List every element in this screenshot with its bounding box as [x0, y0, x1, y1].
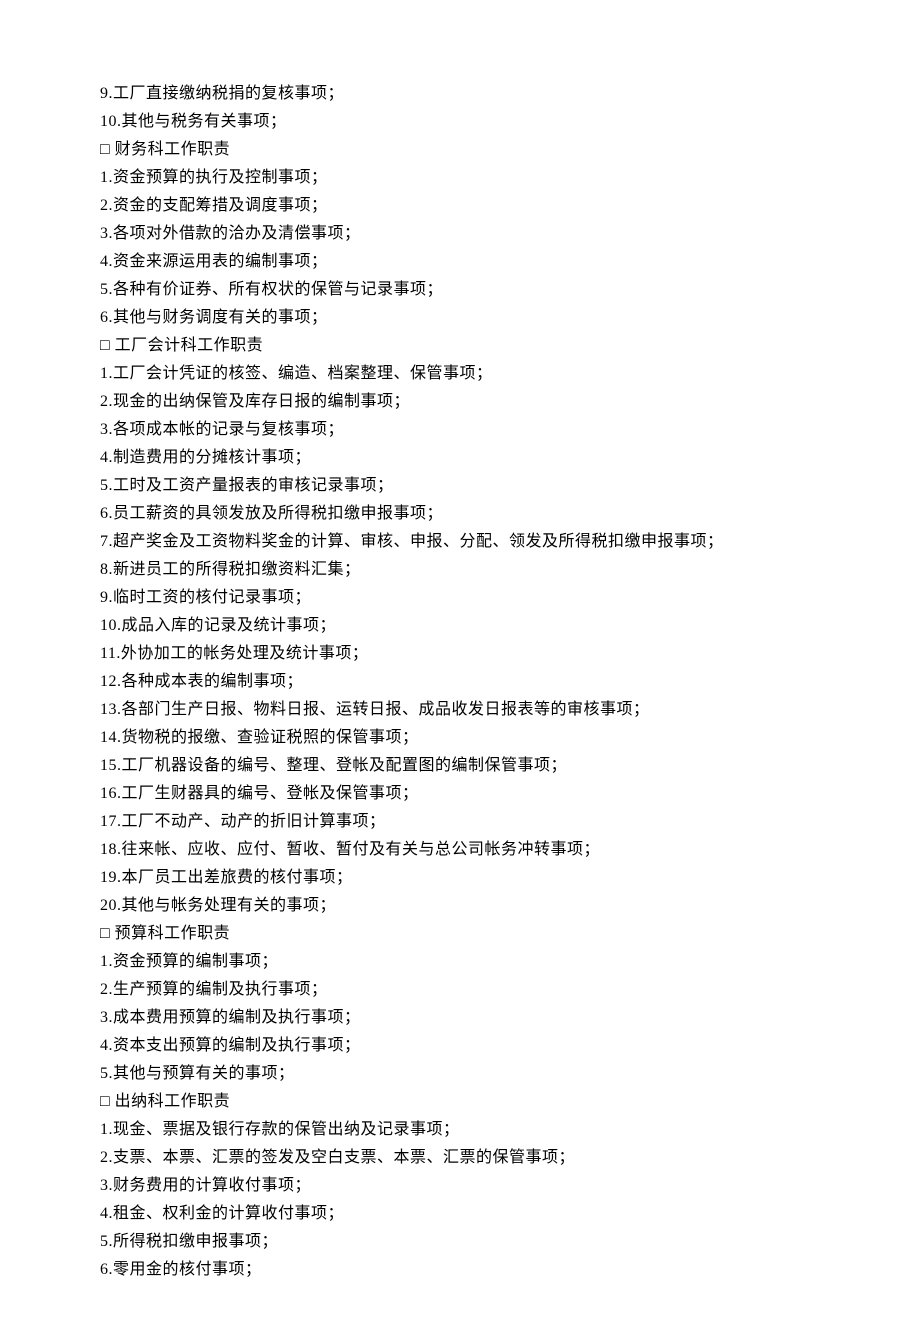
text-line: 6.零用金的核付事项； [100, 1256, 820, 1284]
text-line: 18.往来帐、应收、应付、暂收、暂付及有关与总公司帐务冲转事项； [100, 836, 820, 864]
text-line: 2.支票、本票、汇票的签发及空白支票、本票、汇票的保管事项； [100, 1144, 820, 1172]
text-line: 1.资金预算的编制事项； [100, 948, 820, 976]
text-line: 4.资金来源运用表的编制事项； [100, 248, 820, 276]
text-line: 1.资金预算的执行及控制事项； [100, 164, 820, 192]
text-line: 4.制造费用的分摊核计事项； [100, 444, 820, 472]
text-line: 14.货物税的报缴、查验证税照的保管事项； [100, 724, 820, 752]
text-line: 20.其他与帐务处理有关的事项； [100, 892, 820, 920]
text-line: 13.各部门生产日报、物料日报、运转日报、成品收发日报表等的审核事项； [100, 696, 820, 724]
text-line: 11.外协加工的帐务处理及统计事项； [100, 640, 820, 668]
text-line: 4.租金、权利金的计算收付事项； [100, 1200, 820, 1228]
text-line: 5.其他与预算有关的事项； [100, 1060, 820, 1088]
text-line: 12.各种成本表的编制事项； [100, 668, 820, 696]
text-line: 6.员工薪资的具领发放及所得税扣缴申报事项； [100, 500, 820, 528]
text-line: 2.生产预算的编制及执行事项； [100, 976, 820, 1004]
text-line: 1.工厂会计凭证的核签、编造、档案整理、保管事项； [100, 360, 820, 388]
text-line: 10.其他与税务有关事项； [100, 108, 820, 136]
text-line: 9.工厂直接缴纳税捐的复核事项； [100, 80, 820, 108]
text-line: 3.各项成本帐的记录与复核事项； [100, 416, 820, 444]
text-line: 7.超产奖金及工资物料奖金的计算、审核、申报、分配、领发及所得税扣缴申报事项； [100, 528, 820, 556]
text-line: 2.现金的出纳保管及库存日报的编制事项； [100, 388, 820, 416]
document-body: 9.工厂直接缴纳税捐的复核事项；10.其他与税务有关事项；□ 财务科工作职责1.… [100, 80, 820, 1284]
text-line: □ 财务科工作职责 [100, 136, 820, 164]
text-line: 16.工厂生财器具的编号、登帐及保管事项； [100, 780, 820, 808]
text-line: 1.现金、票据及银行存款的保管出纳及记录事项； [100, 1116, 820, 1144]
text-line: 2.资金的支配筹措及调度事项； [100, 192, 820, 220]
text-line: 6.其他与财务调度有关的事项； [100, 304, 820, 332]
text-line: 5.各种有价证券、所有权状的保管与记录事项； [100, 276, 820, 304]
text-line: 10.成品入库的记录及统计事项； [100, 612, 820, 640]
text-line: □ 预算科工作职责 [100, 920, 820, 948]
text-line: 3.财务费用的计算收付事项； [100, 1172, 820, 1200]
text-line: 17.工厂不动产、动产的折旧计算事项； [100, 808, 820, 836]
text-line: □ 出纳科工作职责 [100, 1088, 820, 1116]
text-line: 5.工时及工资产量报表的审核记录事项； [100, 472, 820, 500]
text-line: 4.资本支出预算的编制及执行事项； [100, 1032, 820, 1060]
text-line: □ 工厂会计科工作职责 [100, 332, 820, 360]
text-line: 5.所得税扣缴申报事项； [100, 1228, 820, 1256]
text-line: 15.工厂机器设备的编号、整理、登帐及配置图的编制保管事项； [100, 752, 820, 780]
text-line: 9.临时工资的核付记录事项； [100, 584, 820, 612]
text-line: 8.新进员工的所得税扣缴资料汇集； [100, 556, 820, 584]
text-line: 3.各项对外借款的洽办及清偿事项； [100, 220, 820, 248]
text-line: 3.成本费用预算的编制及执行事项； [100, 1004, 820, 1032]
text-line: 19.本厂员工出差旅费的核付事项； [100, 864, 820, 892]
